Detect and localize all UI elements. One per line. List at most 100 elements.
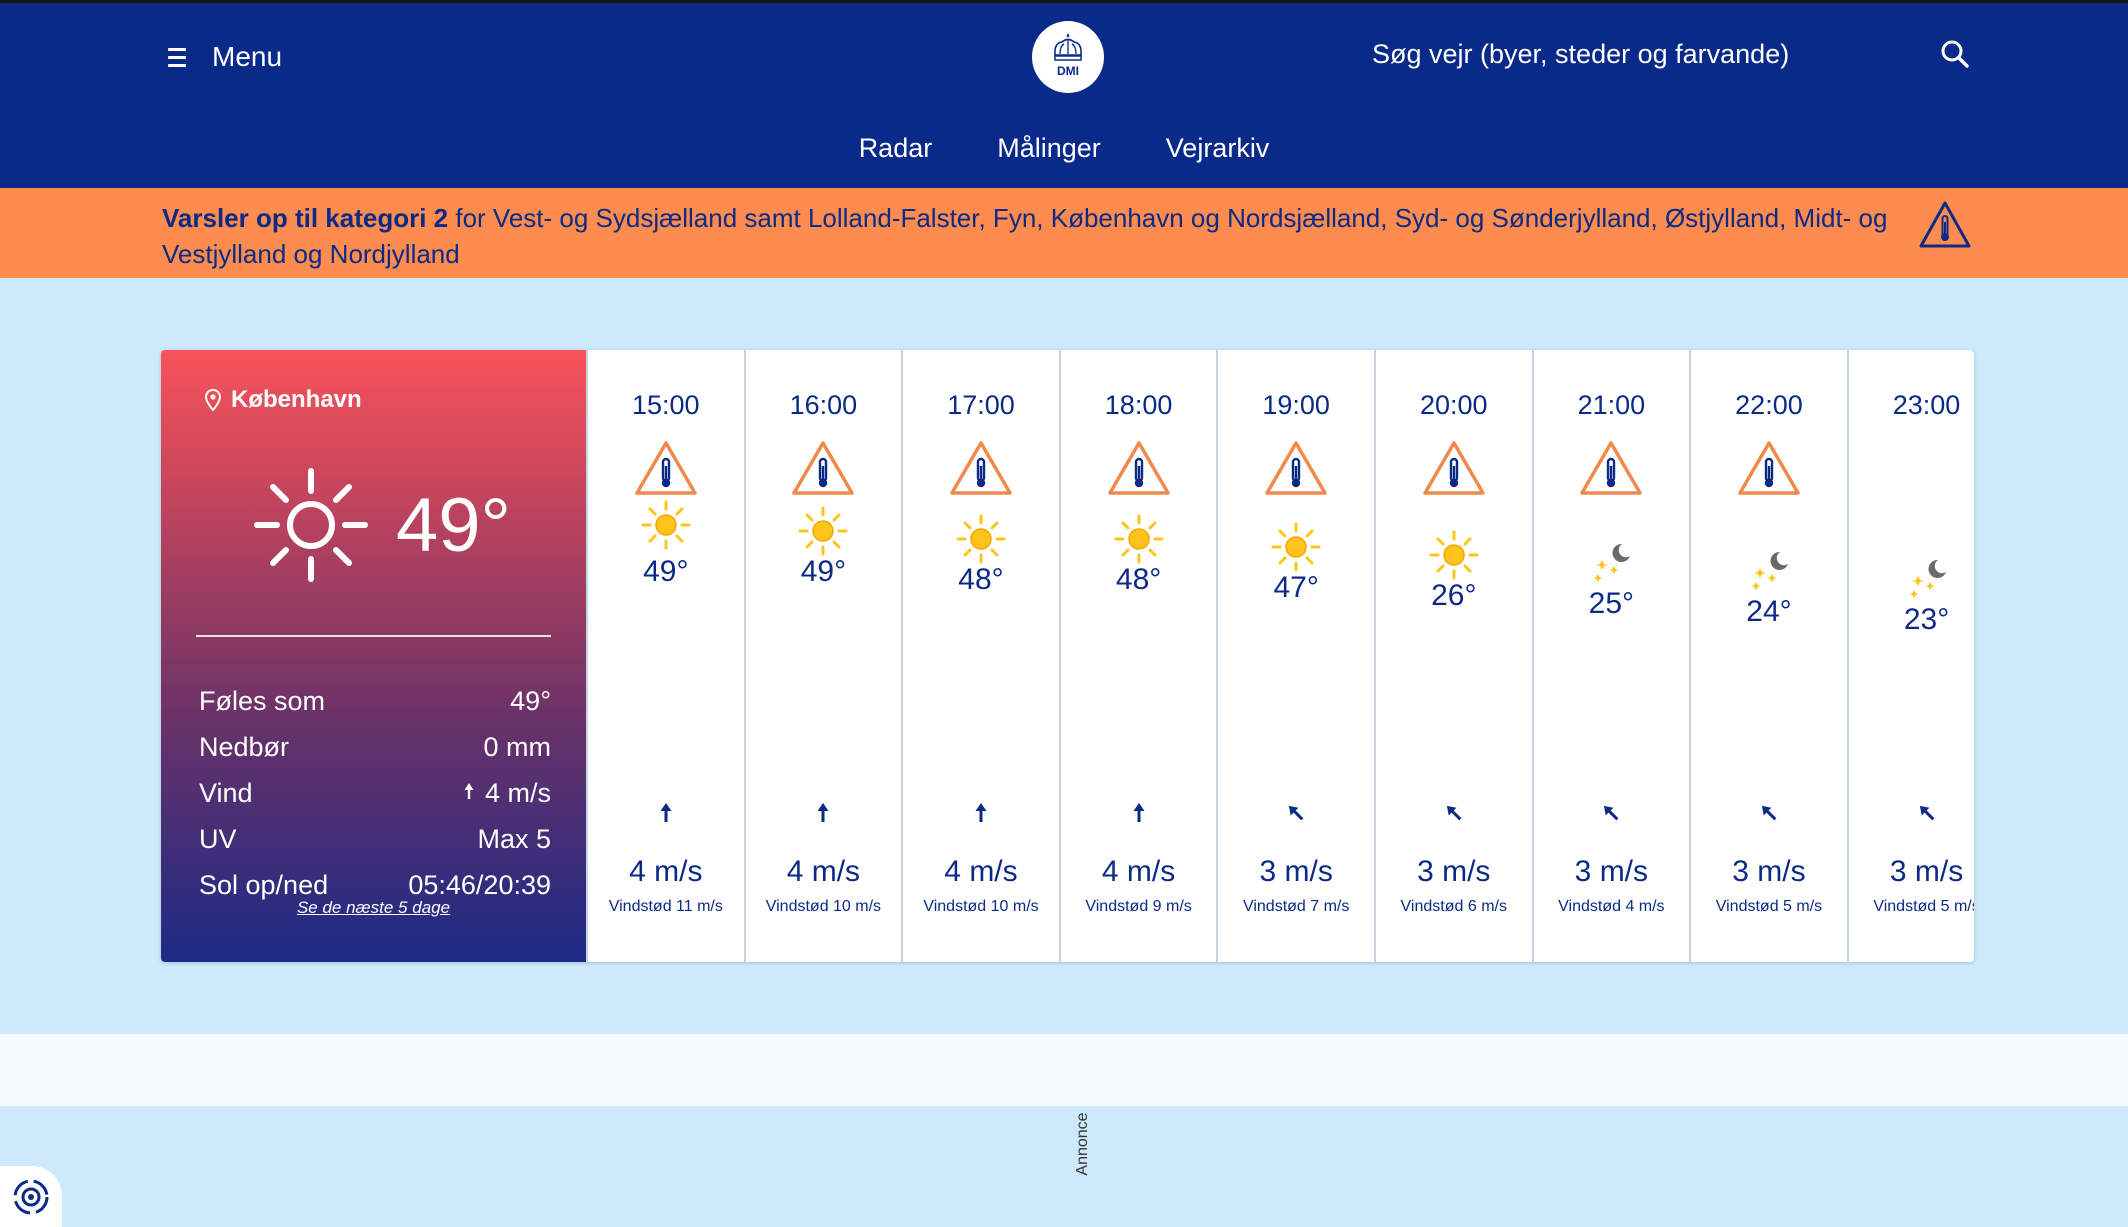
- heat-warning-icon: [588, 440, 744, 496]
- stat-uv: UV Max 5: [199, 816, 551, 862]
- wind-direction-icon: [746, 802, 902, 824]
- hour-wind-gust: Vindstød 10 m/s: [923, 898, 1039, 915]
- sun-icon: [588, 498, 744, 552]
- hour-temperature: 49°: [643, 555, 689, 588]
- menu-button[interactable]: Menu: [168, 37, 282, 77]
- clear-night-icon: [1691, 544, 1847, 598]
- hour-temperature: 23°: [1903, 603, 1950, 636]
- hour-time: 21:00: [1577, 390, 1646, 420]
- hour-column[interactable]: 18:00 48° 4 m/s Vindstød 9 m/s: [1058, 350, 1217, 962]
- stat-value-wrap: 4 m/s: [463, 778, 551, 809]
- hour-wind-speed: 3 m/s: [1574, 855, 1649, 888]
- stat-value: 49°: [510, 685, 551, 716]
- stat-label: Vind: [199, 777, 253, 808]
- stat-precipitation: Nedbør 0 mm: [199, 724, 551, 770]
- cookie-settings-icon: [13, 1179, 49, 1214]
- hour-wind-speed: 4 m/s: [629, 855, 703, 888]
- location[interactable]: København: [205, 386, 362, 414]
- hour-column[interactable]: 21:00 25° 3 m/s Vindstød 4 m/s: [1531, 350, 1690, 962]
- cookie-settings-button[interactable]: [0, 1166, 62, 1227]
- warning-title: Varsler op til kategori 2: [162, 203, 449, 233]
- warning-banner[interactable]: Varsler op til kategori 2 for Vest- og S…: [0, 188, 2128, 278]
- hour-column[interactable]: 17:00 48° 4 m/s Vindstød 10 m/s: [901, 350, 1059, 962]
- hour-time: 20:00: [1419, 390, 1488, 420]
- sun-icon: [746, 504, 902, 558]
- ad-label: Annonce: [1074, 1112, 1091, 1176]
- ad-banner: [0, 1034, 2128, 1106]
- main-nav: Radar Målinger Vejrarkiv: [0, 133, 2128, 164]
- stat-wind: Vind 4 m/s: [199, 770, 551, 816]
- hour-time: 17:00: [947, 390, 1015, 420]
- hour-wind-gust: Vindstød 11 m/s: [608, 898, 723, 915]
- hour-wind-gust: Vindstød 6 m/s: [1400, 898, 1507, 915]
- heat-warning-icon: [1534, 440, 1690, 496]
- wind-direction-icon: [1849, 802, 1974, 824]
- heat-warning-icon: [1919, 201, 1971, 248]
- hour-column[interactable]: 20:00 26° 3 m/s Vindstød 6 m/s: [1373, 350, 1532, 962]
- hour-wind-gust: Vindstød 9 m/s: [1085, 898, 1192, 915]
- current-weather-panel: København 49° Føles som 49° Nedbør 0 mm Vi…: [161, 350, 586, 962]
- menu-label: Menu: [212, 41, 283, 72]
- stat-label: UV: [199, 823, 237, 854]
- hour-wind-speed: 4 m/s: [1101, 855, 1176, 888]
- heat-warning-icon: [1376, 440, 1532, 496]
- hour-wind-speed: 4 m/s: [944, 855, 1018, 888]
- hour-column[interactable]: 19:00 47° 3 m/s Vindstød 7 m/s: [1216, 350, 1374, 962]
- hour-column[interactable]: 23:00 23° 3 m/s Vindstød 5 m/s: [1846, 350, 1974, 962]
- hour-time: 18:00: [1104, 390, 1173, 420]
- heat-warning-icon: [1218, 440, 1374, 496]
- hour-temperature: 48°: [958, 563, 1004, 596]
- heat-warning-icon: [1061, 440, 1217, 496]
- current-stats: Føles som 49° Nedbør 0 mm Vind 4 m/s UV Max …: [199, 678, 551, 908]
- heat-warning-icon: [903, 440, 1059, 496]
- location-name: København: [231, 386, 362, 413]
- sun-icon: [1376, 528, 1532, 582]
- hour-temperature: 48°: [1115, 563, 1162, 596]
- hour-wind-speed: 3 m/s: [1889, 855, 1964, 888]
- stat-value: 0 mm: [483, 731, 552, 762]
- hour-wind-speed: 4 m/s: [786, 855, 861, 888]
- heat-warning-icon: [1691, 440, 1847, 496]
- hour-wind-speed: 3 m/s: [1259, 855, 1333, 888]
- crown-icon: DMI: [1054, 33, 1082, 78]
- divider: [196, 635, 551, 637]
- forecast-card: København 49° Føles som 49° Nedbør 0 mm Vi…: [161, 350, 1974, 962]
- hour-column[interactable]: 15:00 49° 4 m/s Vindstød 11 m/s: [586, 350, 744, 962]
- location-pin-icon: [205, 389, 221, 411]
- stat-feels-like: Føles som 49°: [199, 678, 551, 724]
- search-icon[interactable]: [1940, 39, 1970, 69]
- nav-radar[interactable]: Radar: [859, 133, 933, 164]
- hour-time: 23:00: [1892, 390, 1961, 420]
- clear-night-icon: [1534, 536, 1690, 590]
- wind-direction-icon: [588, 802, 744, 824]
- site-header: Menu DMI Søg vejr (byer, steder og farva…: [0, 0, 2128, 188]
- hour-time: 19:00: [1262, 390, 1330, 420]
- hour-temperature: 25°: [1588, 587, 1635, 620]
- current-temperature: 49°: [396, 483, 511, 568]
- hour-column[interactable]: 16:00 49° 4 m/s Vindstød 10 m/s: [743, 350, 902, 962]
- sun-icon: [1218, 520, 1374, 574]
- clear-night-icon: [1849, 552, 1974, 606]
- wind-direction-icon: [1691, 802, 1847, 824]
- hour-temperature: 49°: [800, 555, 847, 588]
- stat-value: 05:46/20:39: [408, 869, 551, 900]
- stat-value: 4 m/s: [484, 777, 551, 808]
- warning-text: Varsler op til kategori 2 for Vest- og S…: [162, 200, 1922, 272]
- hour-column[interactable]: 22:00 24° 3 m/s Vindstød 5 m/s: [1689, 350, 1847, 962]
- wind-direction-icon: [903, 802, 1059, 824]
- wind-direction-icon: [1376, 802, 1532, 824]
- hourly-forecast: 15:00 49° 4 m/s Vindstød 11 m/s 16:00 49° 4 m/…: [586, 350, 1974, 962]
- dmi-logo[interactable]: DMI: [1032, 21, 1104, 93]
- search-input[interactable]: Søg vejr (byer, steder og farvande): [1372, 39, 1789, 70]
- sun-icon: [903, 512, 1059, 566]
- stat-value: Max 5: [477, 823, 551, 854]
- nav-vejrarkiv[interactable]: Vejrarkiv: [1166, 133, 1270, 164]
- nav-malinger[interactable]: Målinger: [997, 133, 1101, 164]
- wind-arrow-icon: [464, 782, 474, 799]
- stat-label: Sol op/ned: [199, 869, 329, 900]
- sun-icon: [254, 468, 368, 582]
- next-5-days-link[interactable]: Se de næste 5 dage: [161, 898, 586, 918]
- hamburger-icon: [168, 47, 186, 67]
- hour-wind-speed: 3 m/s: [1417, 855, 1491, 888]
- sun-icon: [1061, 512, 1217, 566]
